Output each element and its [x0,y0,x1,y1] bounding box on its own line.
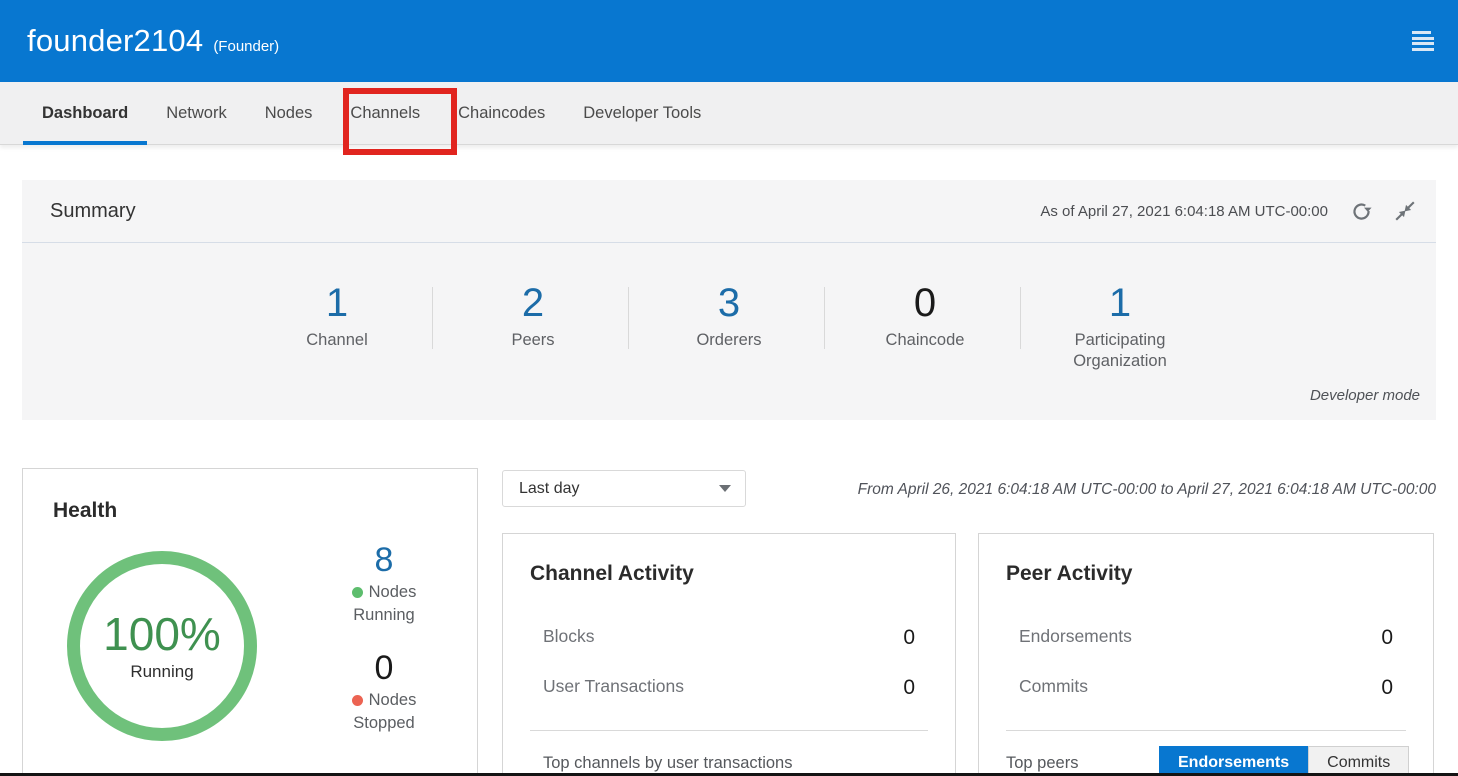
time-range-select[interactable]: Last day [502,470,746,507]
stat-channel-label: Channel [262,330,412,351]
endorsements-label: Endorsements [1019,626,1132,650]
summary-as-of-timestamp: As of April 27, 2021 6:04:18 AM UTC-00:0… [1040,203,1328,220]
tab-channels[interactable]: Channels [331,82,439,145]
commits-value: 0 [1381,676,1393,700]
stat-orderers: 3 Orderers [631,280,827,351]
stat-participating-org-label: Participating Organization [1045,330,1195,372]
refresh-icon[interactable] [1350,200,1372,222]
health-percent: 100% [103,610,221,658]
stat-channel-value: 1 [239,280,435,326]
stat-divider [432,287,433,349]
channel-activity-title: Channel Activity [530,562,694,586]
tab-dashboard[interactable]: Dashboard [23,82,147,145]
stat-chaincode-value: 0 [827,280,1023,326]
stat-chaincode-label: Chaincode [850,330,1000,351]
app-title: founder2104 [27,23,203,59]
stat-divider [1020,287,1021,349]
running-status-dot [352,587,363,598]
blocks-label: Blocks [543,626,595,650]
menu-icon[interactable] [1408,30,1434,52]
menu-icon-bar [1412,48,1434,51]
nodes-stopped-label: Nodes Stopped [341,689,427,735]
stat-divider [824,287,825,349]
menu-icon-bar [1412,31,1431,34]
endorsements-row: Endorsements 0 [1019,626,1393,650]
app-subtitle: (Founder) [213,28,279,55]
tab-nodes[interactable]: Nodes [246,82,332,145]
peer-activity-card: Peer Activity Endorsements 0 Commits 0 T… [978,533,1434,776]
top-channels-label: Top channels by user transactions [543,754,792,773]
stat-peers-value: 2 [435,280,631,326]
user-transactions-value: 0 [903,676,915,700]
summary-panel: Summary As of April 27, 2021 6:04:18 AM … [22,180,1436,420]
divider [1006,730,1406,731]
divider [530,730,928,731]
stat-orderers-label: Orderers [654,330,804,351]
health-percent-label: Running [130,662,193,682]
stat-peers-label: Peers [458,330,608,351]
node-status-column: 8 Nodes Running 0 Nodes Stopped [326,541,442,735]
stat-participating-org: 1 Participating Organization [1022,280,1218,372]
health-card: Health 100% Running 8 Nodes Running 0 No… [22,468,478,776]
nodes-running-count: 8 [326,541,442,579]
health-title: Health [53,499,117,523]
user-transactions-row: User Transactions 0 [543,676,915,700]
endorsements-toggle-button[interactable]: Endorsements [1159,746,1308,776]
menu-icon-bar [1412,37,1434,40]
dropdown-caret-icon [719,485,731,492]
stat-divider [628,287,629,349]
app-header: founder2104 (Founder) [0,0,1458,82]
blocks-row: Blocks 0 [543,626,915,650]
nodes-running-block: 8 Nodes Running [326,541,442,627]
peer-activity-title: Peer Activity [1006,562,1132,586]
stat-orderers-value: 3 [631,280,827,326]
collapse-icon[interactable] [1394,200,1416,222]
menu-icon-bar [1412,42,1434,45]
nav-tab-bar: Dashboard Network Nodes Channels Chainco… [0,82,1458,145]
time-range-detail: From April 26, 2021 6:04:18 AM UTC-00:00… [858,481,1436,499]
console-window: founder2104 (Founder) Dashboard Network … [0,0,1458,776]
channel-activity-card: Channel Activity Blocks 0 User Transacti… [502,533,956,776]
stat-participating-org-value: 1 [1022,280,1218,326]
time-range-selected-value: Last day [519,480,579,498]
stat-chaincode: 0 Chaincode [827,280,1023,351]
tab-network[interactable]: Network [147,82,246,145]
stat-peers: 2 Peers [435,280,631,351]
summary-header: Summary As of April 27, 2021 6:04:18 AM … [22,180,1436,243]
summary-title: Summary [50,200,136,223]
stopped-status-dot [352,695,363,706]
commits-toggle-button[interactable]: Commits [1308,746,1409,776]
blocks-value: 0 [903,626,915,650]
user-transactions-label: User Transactions [543,676,684,700]
top-peers-label: Top peers [1006,754,1078,773]
tab-developer-tools[interactable]: Developer Tools [564,82,720,145]
nodes-running-label: Nodes Running [341,581,427,627]
developer-mode-label: Developer mode [1310,387,1420,404]
nodes-stopped-block: 0 Nodes Stopped [326,649,442,735]
health-donut-chart: 100% Running [67,551,257,741]
commits-label: Commits [1019,676,1088,700]
nodes-stopped-count: 0 [326,649,442,687]
endorsements-value: 0 [1381,626,1393,650]
commits-row: Commits 0 [1019,676,1393,700]
tab-chaincodes[interactable]: Chaincodes [439,82,564,145]
stat-channel: 1 Channel [239,280,435,351]
top-peers-toggle-group: Endorsements Commits [1159,746,1409,776]
